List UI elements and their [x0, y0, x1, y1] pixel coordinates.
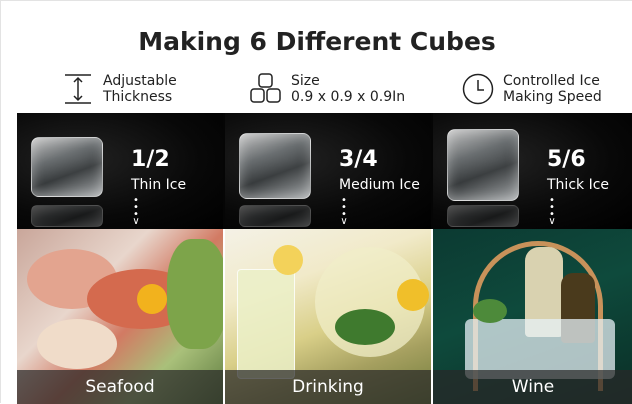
leaf-garnish-image — [167, 239, 223, 349]
flower-garnish-image — [137, 284, 167, 314]
cube-option-thick: 5/6 Thick Ice • • • ∨ — [433, 113, 632, 229]
use-label: Seafood — [17, 370, 223, 404]
down-arrow-icon: • • • ∨ — [548, 195, 556, 227]
down-arrow-icon: • • • ∨ — [132, 195, 140, 227]
feature-line: Adjustable — [103, 73, 177, 89]
ice-cube-image — [447, 129, 519, 201]
ice-cube-reflection — [447, 205, 519, 227]
ice-cube-image — [31, 137, 103, 197]
ice-cubes-icon — [249, 72, 283, 106]
page-title: Making 6 Different Cubes — [138, 27, 496, 56]
ice-cube-reflection — [239, 205, 311, 227]
down-arrow-icon: • • • ∨ — [340, 195, 348, 227]
feature-line: Thickness — [103, 89, 173, 105]
ice-cube-reflection — [31, 205, 103, 227]
use-tile-drinking: Drinking — [225, 229, 431, 404]
cube-option-medium: 3/4 Medium Ice • • • ∨ — [225, 113, 431, 229]
mint-image — [335, 309, 395, 345]
lemon-image — [273, 245, 303, 275]
use-tile-wine: Wine — [433, 229, 632, 404]
sashimi-image — [37, 319, 117, 369]
mint-image — [473, 299, 507, 323]
cube-option-thin: 1/2 Thin Ice • • • ∨ — [17, 113, 223, 229]
product-feature-banner: Making 6 Different Cubes Adjustable Thic… — [0, 0, 632, 404]
use-tile-seafood: Seafood — [17, 229, 223, 404]
cube-ratio: 3/4 — [339, 147, 378, 172]
clock-icon — [461, 72, 495, 106]
glass-image — [237, 269, 295, 379]
use-label: Wine — [433, 370, 632, 404]
feature-line: Size — [291, 73, 320, 89]
use-label: Drinking — [225, 370, 431, 404]
ice-thickness-band: 1/2 Thin Ice • • • ∨ 3/4 Medium Ice • • • ∨ 5/… — [17, 113, 632, 229]
ice-cube-image — [239, 133, 311, 199]
feature-line: Making Speed — [503, 89, 602, 105]
lemon-image — [397, 279, 429, 311]
feature-size: Size 0.9 x 0.9 x 0.9In — [249, 69, 405, 109]
cube-ratio: 1/2 — [131, 147, 170, 172]
feature-line: 0.9 x 0.9 x 0.9In — [291, 89, 406, 105]
cube-kind: Thick Ice — [547, 177, 610, 193]
cube-kind: Thin Ice — [131, 177, 187, 193]
thickness-arrows-icon — [61, 72, 95, 106]
cube-ratio: 5/6 — [547, 147, 586, 172]
cube-kind: Medium Ice — [339, 177, 420, 193]
feature-adjustable-thickness: Adjustable Thickness — [61, 69, 177, 109]
feature-line: Controlled Ice — [503, 73, 600, 89]
feature-controlled-speed: Controlled Ice Making Speed — [461, 69, 602, 109]
